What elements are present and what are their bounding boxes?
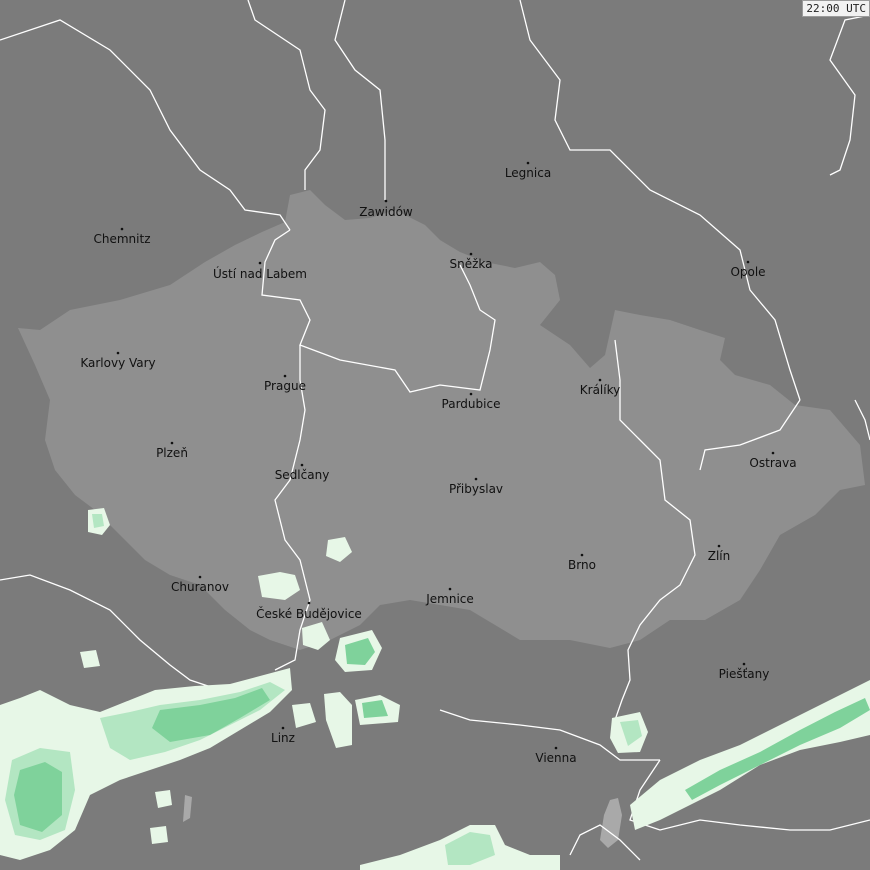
svg-text:České Budějovice: České Budějovice [256,606,362,621]
precip-cell-west-core [92,514,104,528]
weather-radar-map: Legnica Zawidów Chemnitz Ústí nad Labem … [0,0,870,870]
svg-text:Plzeň: Plzeň [156,446,188,460]
svg-text:Opole: Opole [730,265,765,279]
svg-text:Linz: Linz [271,731,295,745]
svg-text:Chemnitz: Chemnitz [94,232,151,246]
svg-text:Legnica: Legnica [505,166,551,180]
timestamp-label: 22:00 UTC [802,0,870,17]
svg-text:Sedlčany: Sedlčany [275,468,330,482]
precip-cell-w4 [155,790,172,808]
precip-cell-w5 [150,826,168,844]
svg-text:Přibyslav: Přibyslav [449,482,503,496]
svg-text:Králíky: Králíky [580,383,620,397]
svg-text:Vienna: Vienna [535,751,576,765]
svg-text:Ústí nad Labem: Ústí nad Labem [213,266,307,281]
svg-text:Prague: Prague [264,379,306,393]
svg-text:Ostrava: Ostrava [749,456,796,470]
svg-text:Pardubice: Pardubice [442,397,501,411]
svg-text:Zawidów: Zawidów [359,205,413,219]
svg-text:Churanov: Churanov [171,580,229,594]
svg-text:Brno: Brno [568,558,596,572]
svg-text:Piešťany: Piešťany [719,667,770,681]
svg-text:Jemnice: Jemnice [425,592,474,606]
svg-text:Sněžka: Sněžka [450,257,493,271]
svg-text:Karlovy Vary: Karlovy Vary [80,356,155,370]
svg-text:Zlín: Zlín [708,549,731,563]
